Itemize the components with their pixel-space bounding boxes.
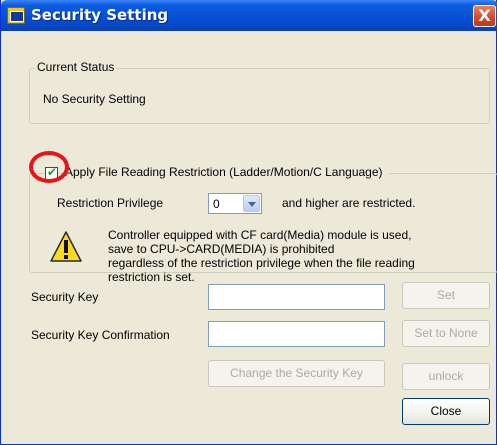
- restriction-privilege-label: Restriction Privilege: [57, 196, 164, 210]
- window-title: Security Setting: [31, 6, 169, 24]
- unlock-button[interactable]: unlock: [402, 363, 490, 390]
- warning-line-3: regardless of the restriction privilege …: [108, 256, 415, 270]
- security-key-confirmation-input[interactable]: [208, 321, 385, 347]
- close-icon[interactable]: X: [473, 5, 496, 27]
- restriction-privilege-select[interactable]: 0: [208, 193, 262, 214]
- current-status-legend: Current Status: [35, 60, 117, 74]
- change-security-key-button[interactable]: Change the Security Key: [208, 360, 385, 387]
- security-key-label: Security Key: [31, 290, 99, 304]
- annotation-highlight-circle: [29, 151, 69, 183]
- security-key-confirmation-label: Security Key Confirmation: [31, 328, 170, 342]
- close-button[interactable]: Close: [402, 398, 490, 425]
- restriction-suffix: and higher are restricted.: [282, 196, 416, 210]
- set-button[interactable]: Set: [402, 282, 490, 309]
- restriction-checkbox-label[interactable]: Apply File Reading Restriction (Ladder/M…: [63, 165, 389, 179]
- restriction-privilege-value: 0: [213, 197, 220, 211]
- warning-line-2: save to CPU->CARD(MEDIA) is prohibited: [108, 242, 335, 256]
- warning-icon: [50, 231, 82, 262]
- current-status-value: No Security Setting: [43, 92, 146, 106]
- set-to-none-button[interactable]: Set to None: [402, 320, 490, 347]
- security-key-input[interactable]: [208, 284, 385, 310]
- app-icon: [7, 7, 25, 24]
- warning-line-1: Controller equipped with CF card(Media) …: [108, 228, 412, 242]
- warning-line-4: restriction is set.: [108, 270, 195, 284]
- chevron-down-icon[interactable]: [243, 195, 260, 212]
- security-setting-dialog: Security Setting X Current Status No Sec…: [0, 0, 497, 445]
- title-bar[interactable]: Security Setting X: [1, 0, 497, 31]
